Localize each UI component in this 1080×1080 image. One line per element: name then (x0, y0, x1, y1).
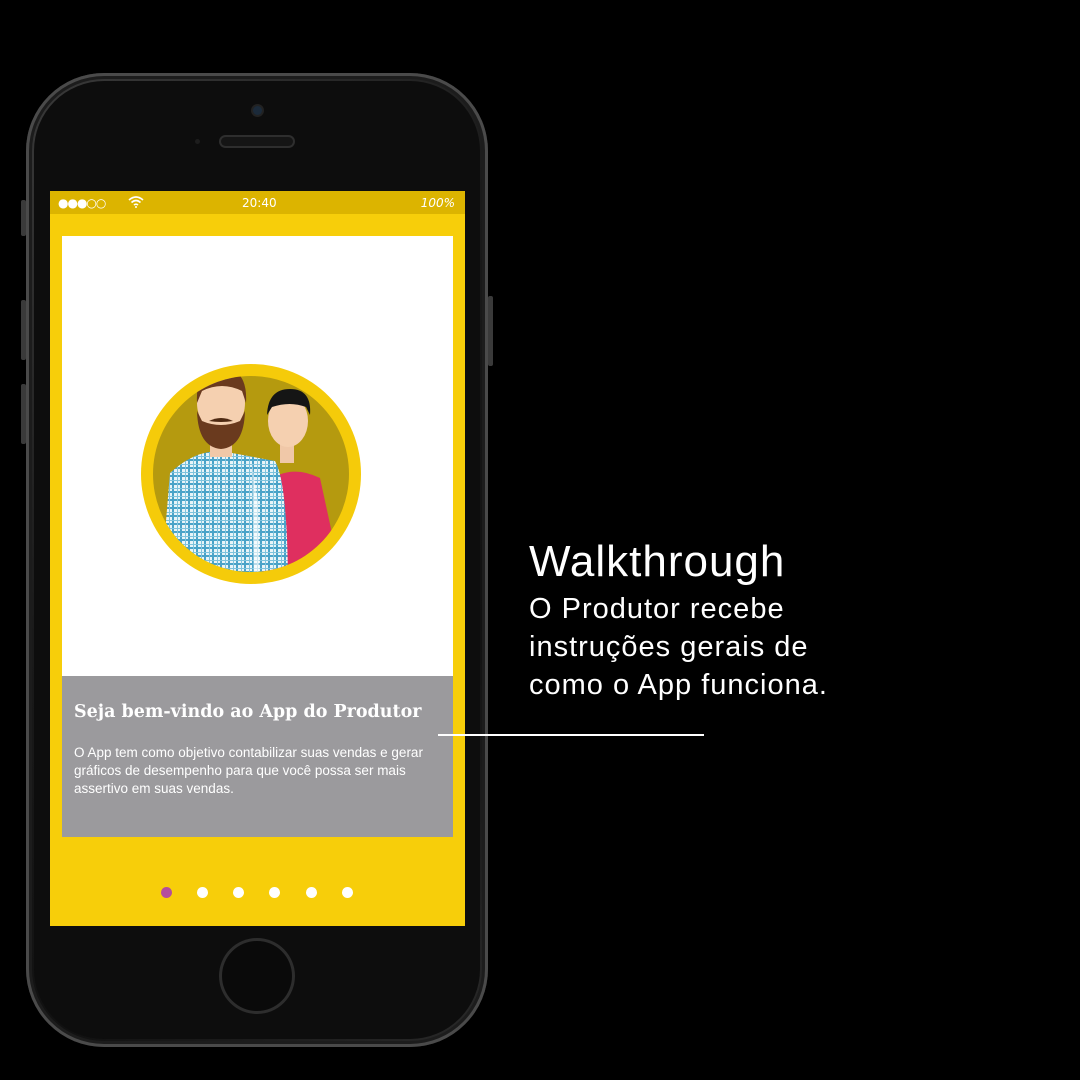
two-users-illustration (140, 363, 362, 585)
mute-switch (21, 200, 26, 236)
status-bar: ●●●○○ 20:40 100% (50, 191, 465, 214)
signal-strength: ●●●○○ (58, 196, 106, 210)
page-dot-3[interactable] (233, 887, 244, 898)
page-dot-1[interactable] (161, 887, 172, 898)
card-caption: Seja bem-vindo ao App do Produtor O App … (62, 676, 453, 837)
earpiece-speaker (221, 137, 293, 146)
page-dot-2[interactable] (197, 887, 208, 898)
proximity-sensor (195, 139, 200, 144)
callout-line-1: O Produtor recebe (529, 593, 785, 625)
callout-connector-line (438, 734, 704, 736)
power-button (488, 296, 493, 366)
page-dot-6[interactable] (342, 887, 353, 898)
callout-line-3: como o App funciona. (529, 669, 828, 701)
home-button[interactable] (222, 941, 292, 1011)
callout-line-2: instruções gerais de (529, 631, 809, 663)
walkthrough-card[interactable]: Seja bem-vindo ao App do Produtor O App … (62, 236, 453, 837)
status-time: 20:40 (242, 196, 277, 210)
callout-description: O Produtor recebe instruções gerais de c… (529, 590, 909, 704)
volume-up-button (21, 300, 26, 360)
battery-level: 100% (420, 196, 455, 210)
wifi-icon (128, 196, 144, 211)
card-title: Seja bem-vindo ao App do Produtor (74, 702, 422, 722)
page-dot-5[interactable] (306, 887, 317, 898)
walkthrough-callout: Walkthrough O Produtor recebe instruções… (529, 536, 909, 704)
front-camera (253, 106, 262, 115)
volume-down-button (21, 384, 26, 444)
app-screen: ●●●○○ 20:40 100% Seja bem-vindo ao App d… (50, 191, 465, 926)
page-dot-4[interactable] (269, 887, 280, 898)
card-description: O App tem como objetivo contabilizar sua… (74, 745, 423, 796)
callout-title: Walkthrough (529, 537, 786, 586)
